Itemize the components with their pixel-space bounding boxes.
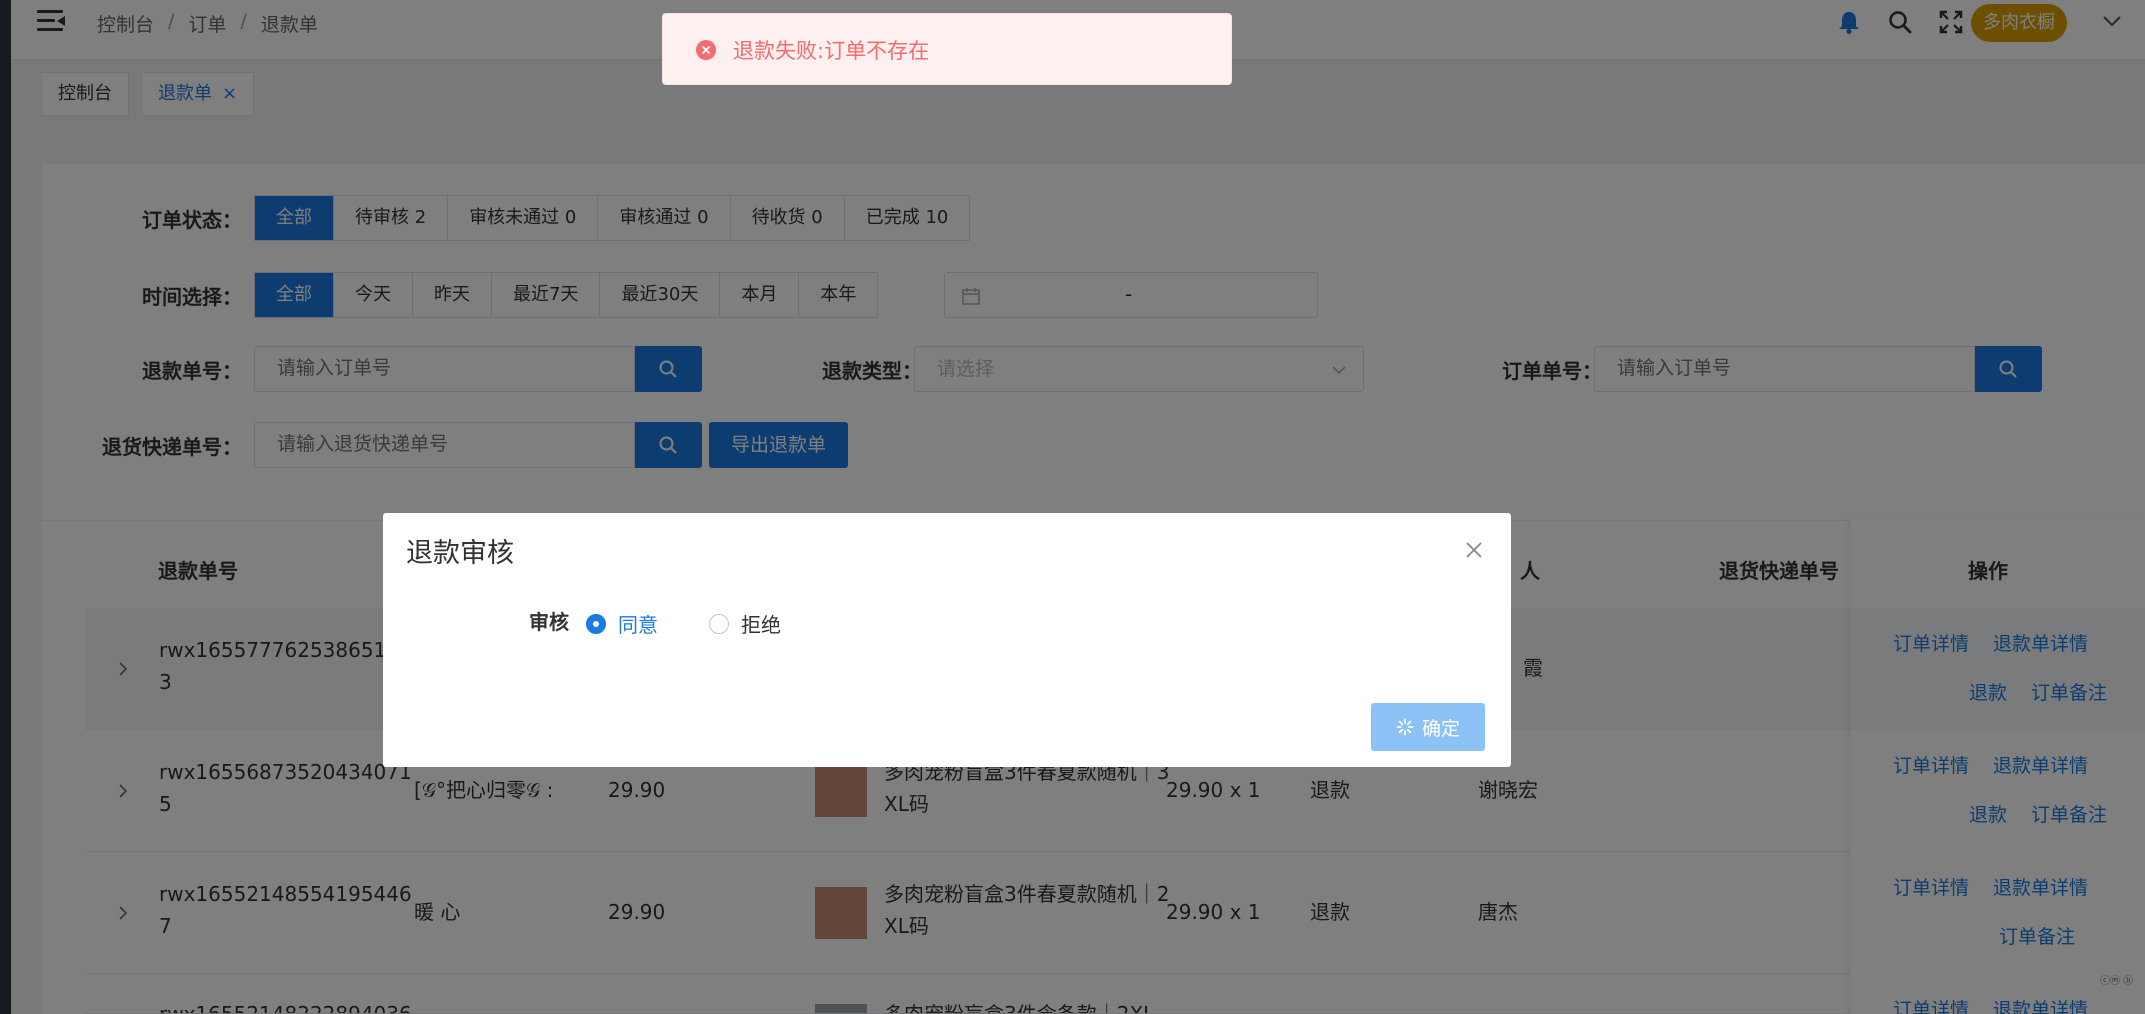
approve-label: 同意	[618, 613, 658, 637]
refund-review-dialog: 退款审核 审核 同意 拒绝 确定	[383, 513, 1511, 767]
modal-overlay[interactable]	[0, 0, 2145, 1014]
error-circle-icon	[696, 40, 716, 60]
corner-watermark: ⓒⓜ ⓑ	[2100, 976, 2134, 987]
radio-checked-icon	[586, 613, 606, 634]
loading-spinner-icon	[1396, 718, 1414, 736]
reject-label: 拒绝	[741, 613, 781, 637]
toast-message: 退款失败:订单不存在	[733, 39, 930, 63]
confirm-label: 确定	[1421, 717, 1460, 740]
audit-label: 审核	[529, 610, 569, 634]
close-icon[interactable]	[1463, 539, 1485, 561]
error-toast: 退款失败:订单不存在	[662, 13, 1232, 85]
dialog-title: 退款审核	[406, 538, 514, 569]
reject-radio[interactable]: 拒绝	[709, 609, 781, 638]
confirm-button[interactable]: 确定	[1371, 703, 1485, 751]
radio-unchecked-icon	[709, 613, 729, 634]
approve-radio[interactable]: 同意	[586, 609, 658, 638]
